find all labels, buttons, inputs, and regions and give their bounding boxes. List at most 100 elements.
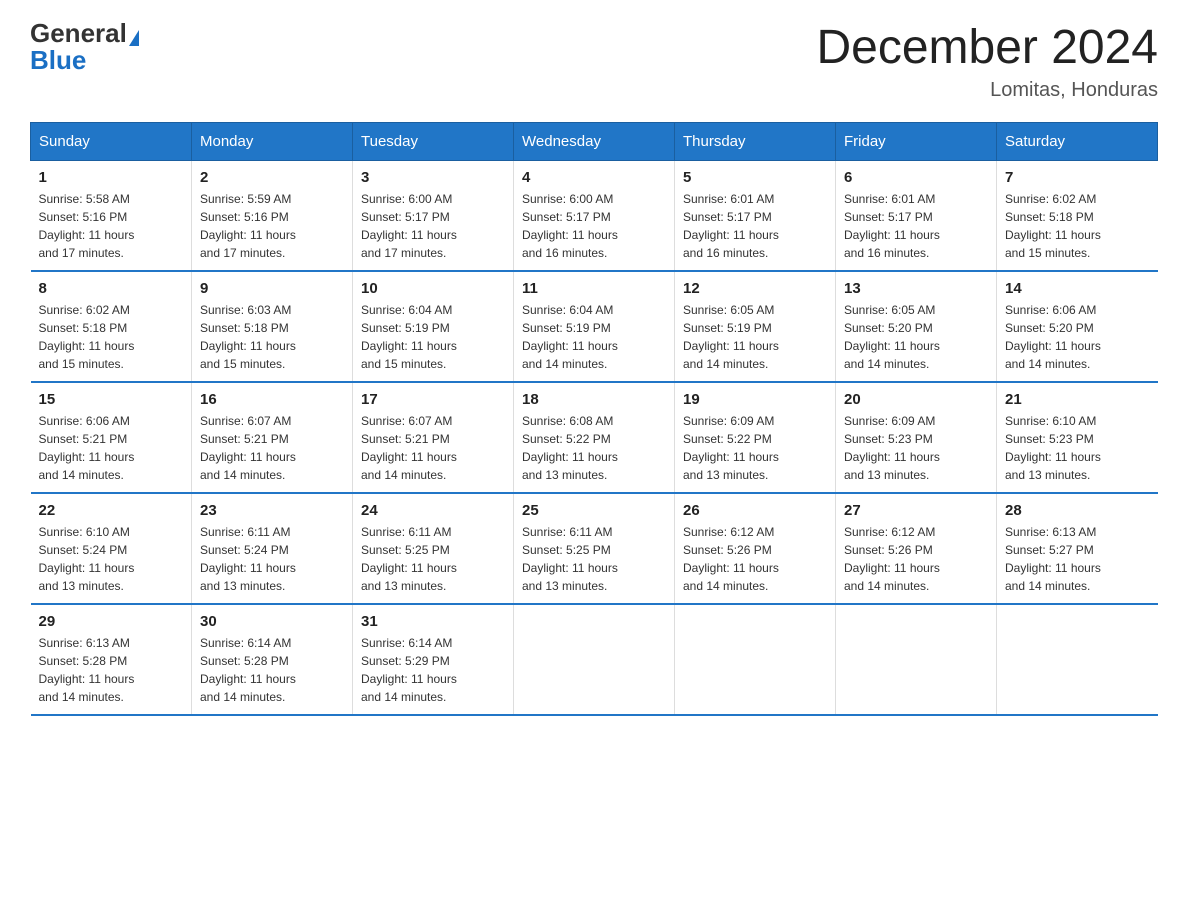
day-cell: 19 Sunrise: 6:09 AMSunset: 5:22 PMDayligh… xyxy=(675,382,836,493)
day-number: 28 xyxy=(1005,502,1150,519)
title-block: December 2024 Lomitas, Honduras xyxy=(816,20,1158,102)
day-cell: 6Sunrise: 6:01 AMSunset: 5:17 PMDaylight… xyxy=(836,161,997,272)
day-cell xyxy=(836,604,997,715)
day-cell: 29 Sunrise: 6:13 AMSunset: 5:28 PMDayligh… xyxy=(31,604,192,715)
day-cell: 8Sunrise: 6:02 AMSunset: 5:18 PMDaylight… xyxy=(31,271,192,382)
logo-top-line: General xyxy=(30,20,139,47)
day-info: Sunrise: 6:14 AMSunset: 5:29 PMDaylight:… xyxy=(361,634,505,706)
day-cell: 21 Sunrise: 6:10 AMSunset: 5:23 PMDayligh… xyxy=(997,382,1158,493)
day-number: 29 xyxy=(39,613,184,630)
day-cell xyxy=(514,604,675,715)
day-number: 31 xyxy=(361,613,505,630)
day-info: Sunrise: 5:58 AMSunset: 5:16 PMDaylight:… xyxy=(39,190,184,262)
day-info: Sunrise: 6:07 AMSunset: 5:21 PMDaylight:… xyxy=(200,412,344,484)
week-row-3: 15 Sunrise: 6:06 AMSunset: 5:21 PMDayligh… xyxy=(31,382,1158,493)
week-row-5: 29 Sunrise: 6:13 AMSunset: 5:28 PMDayligh… xyxy=(31,604,1158,715)
day-cell: 28 Sunrise: 6:13 AMSunset: 5:27 PMDayligh… xyxy=(997,493,1158,604)
day-info: Sunrise: 6:13 AMSunset: 5:27 PMDaylight:… xyxy=(1005,523,1150,595)
day-number: 7 xyxy=(1005,169,1150,186)
day-info: Sunrise: 6:05 AMSunset: 5:19 PMDaylight:… xyxy=(683,301,827,373)
day-cell: 3 Sunrise: 6:00 AMSunset: 5:17 PMDaylight… xyxy=(353,161,514,272)
day-info: Sunrise: 6:02 AMSunset: 5:18 PMDaylight:… xyxy=(1005,190,1150,262)
day-number: 23 xyxy=(200,502,344,519)
day-cell: 12 Sunrise: 6:05 AMSunset: 5:19 PMDayligh… xyxy=(675,271,836,382)
day-cell xyxy=(997,604,1158,715)
day-info: Sunrise: 6:12 AMSunset: 5:26 PMDaylight:… xyxy=(844,523,988,595)
day-number: 9 xyxy=(200,280,344,297)
day-number: 4 xyxy=(522,169,666,186)
day-number: 14 xyxy=(1005,280,1150,297)
day-info: Sunrise: 6:10 AMSunset: 5:23 PMDaylight:… xyxy=(1005,412,1150,484)
day-info: Sunrise: 6:11 AMSunset: 5:24 PMDaylight:… xyxy=(200,523,344,595)
day-cell: 23 Sunrise: 6:11 AMSunset: 5:24 PMDayligh… xyxy=(192,493,353,604)
logo-blue-text: Blue xyxy=(30,45,86,75)
day-info: Sunrise: 6:11 AMSunset: 5:25 PMDaylight:… xyxy=(522,523,666,595)
day-number: 24 xyxy=(361,502,505,519)
day-cell: 15 Sunrise: 6:06 AMSunset: 5:21 PMDayligh… xyxy=(31,382,192,493)
day-cell: 10 Sunrise: 6:04 AMSunset: 5:19 PMDayligh… xyxy=(353,271,514,382)
day-info: Sunrise: 6:06 AMSunset: 5:21 PMDaylight:… xyxy=(39,412,184,484)
day-cell: 4Sunrise: 6:00 AMSunset: 5:17 PMDaylight… xyxy=(514,161,675,272)
header-cell-tuesday: Tuesday xyxy=(353,123,514,161)
day-info: Sunrise: 6:01 AMSunset: 5:17 PMDaylight:… xyxy=(683,190,827,262)
day-info: Sunrise: 6:09 AMSunset: 5:23 PMDaylight:… xyxy=(844,412,988,484)
day-cell: 5 Sunrise: 6:01 AMSunset: 5:17 PMDaylight… xyxy=(675,161,836,272)
day-info: Sunrise: 6:12 AMSunset: 5:26 PMDaylight:… xyxy=(683,523,827,595)
day-number: 30 xyxy=(200,613,344,630)
header-cell-saturday: Saturday xyxy=(997,123,1158,161)
day-info: Sunrise: 6:07 AMSunset: 5:21 PMDaylight:… xyxy=(361,412,505,484)
header-row: SundayMondayTuesdayWednesdayThursdayFrid… xyxy=(31,123,1158,161)
day-info: Sunrise: 6:09 AMSunset: 5:22 PMDaylight:… xyxy=(683,412,827,484)
day-number: 12 xyxy=(683,280,827,297)
week-row-2: 8Sunrise: 6:02 AMSunset: 5:18 PMDaylight… xyxy=(31,271,1158,382)
day-cell: 31 Sunrise: 6:14 AMSunset: 5:29 PMDayligh… xyxy=(353,604,514,715)
page-header: General Blue December 2024 Lomitas, Hond… xyxy=(30,20,1158,102)
day-number: 5 xyxy=(683,169,827,186)
day-info: Sunrise: 6:14 AMSunset: 5:28 PMDaylight:… xyxy=(200,634,344,706)
day-info: Sunrise: 6:05 AMSunset: 5:20 PMDaylight:… xyxy=(844,301,988,373)
day-number: 27 xyxy=(844,502,988,519)
day-number: 19 xyxy=(683,391,827,408)
logo-general-text: General xyxy=(30,18,127,48)
day-number: 17 xyxy=(361,391,505,408)
day-number: 25 xyxy=(522,502,666,519)
day-number: 10 xyxy=(361,280,505,297)
day-number: 18 xyxy=(522,391,666,408)
day-info: Sunrise: 6:01 AMSunset: 5:17 PMDaylight:… xyxy=(844,190,988,262)
day-info: Sunrise: 6:03 AMSunset: 5:18 PMDaylight:… xyxy=(200,301,344,373)
day-number: 20 xyxy=(844,391,988,408)
day-number: 21 xyxy=(1005,391,1150,408)
day-number: 15 xyxy=(39,391,184,408)
day-cell: 14 Sunrise: 6:06 AMSunset: 5:20 PMDayligh… xyxy=(997,271,1158,382)
week-row-4: 22Sunrise: 6:10 AMSunset: 5:24 PMDayligh… xyxy=(31,493,1158,604)
day-info: Sunrise: 6:11 AMSunset: 5:25 PMDaylight:… xyxy=(361,523,505,595)
day-info: Sunrise: 5:59 AMSunset: 5:16 PMDaylight:… xyxy=(200,190,344,262)
header-cell-monday: Monday xyxy=(192,123,353,161)
day-cell: 26 Sunrise: 6:12 AMSunset: 5:26 PMDayligh… xyxy=(675,493,836,604)
day-cell: 24 Sunrise: 6:11 AMSunset: 5:25 PMDayligh… xyxy=(353,493,514,604)
day-info: Sunrise: 6:04 AMSunset: 5:19 PMDaylight:… xyxy=(361,301,505,373)
header-cell-sunday: Sunday xyxy=(31,123,192,161)
day-number: 3 xyxy=(361,169,505,186)
logo: General Blue xyxy=(30,20,139,74)
day-number: 26 xyxy=(683,502,827,519)
day-cell: 25 Sunrise: 6:11 AMSunset: 5:25 PMDayligh… xyxy=(514,493,675,604)
day-info: Sunrise: 6:02 AMSunset: 5:18 PMDaylight:… xyxy=(39,301,184,373)
calendar-title: December 2024 xyxy=(816,20,1158,75)
day-info: Sunrise: 6:06 AMSunset: 5:20 PMDaylight:… xyxy=(1005,301,1150,373)
day-cell: 22Sunrise: 6:10 AMSunset: 5:24 PMDayligh… xyxy=(31,493,192,604)
day-cell: 11Sunrise: 6:04 AMSunset: 5:19 PMDayligh… xyxy=(514,271,675,382)
day-cell: 7 Sunrise: 6:02 AMSunset: 5:18 PMDaylight… xyxy=(997,161,1158,272)
day-cell: 20 Sunrise: 6:09 AMSunset: 5:23 PMDayligh… xyxy=(836,382,997,493)
day-cell: 17 Sunrise: 6:07 AMSunset: 5:21 PMDayligh… xyxy=(353,382,514,493)
day-info: Sunrise: 6:10 AMSunset: 5:24 PMDaylight:… xyxy=(39,523,184,595)
header-cell-wednesday: Wednesday xyxy=(514,123,675,161)
day-info: Sunrise: 6:00 AMSunset: 5:17 PMDaylight:… xyxy=(361,190,505,262)
header-cell-thursday: Thursday xyxy=(675,123,836,161)
day-number: 13 xyxy=(844,280,988,297)
week-row-1: 1Sunrise: 5:58 AMSunset: 5:16 PMDaylight… xyxy=(31,161,1158,272)
day-info: Sunrise: 6:13 AMSunset: 5:28 PMDaylight:… xyxy=(39,634,184,706)
logo-triangle-icon xyxy=(129,30,139,46)
day-cell: 1Sunrise: 5:58 AMSunset: 5:16 PMDaylight… xyxy=(31,161,192,272)
day-cell: 2Sunrise: 5:59 AMSunset: 5:16 PMDaylight… xyxy=(192,161,353,272)
